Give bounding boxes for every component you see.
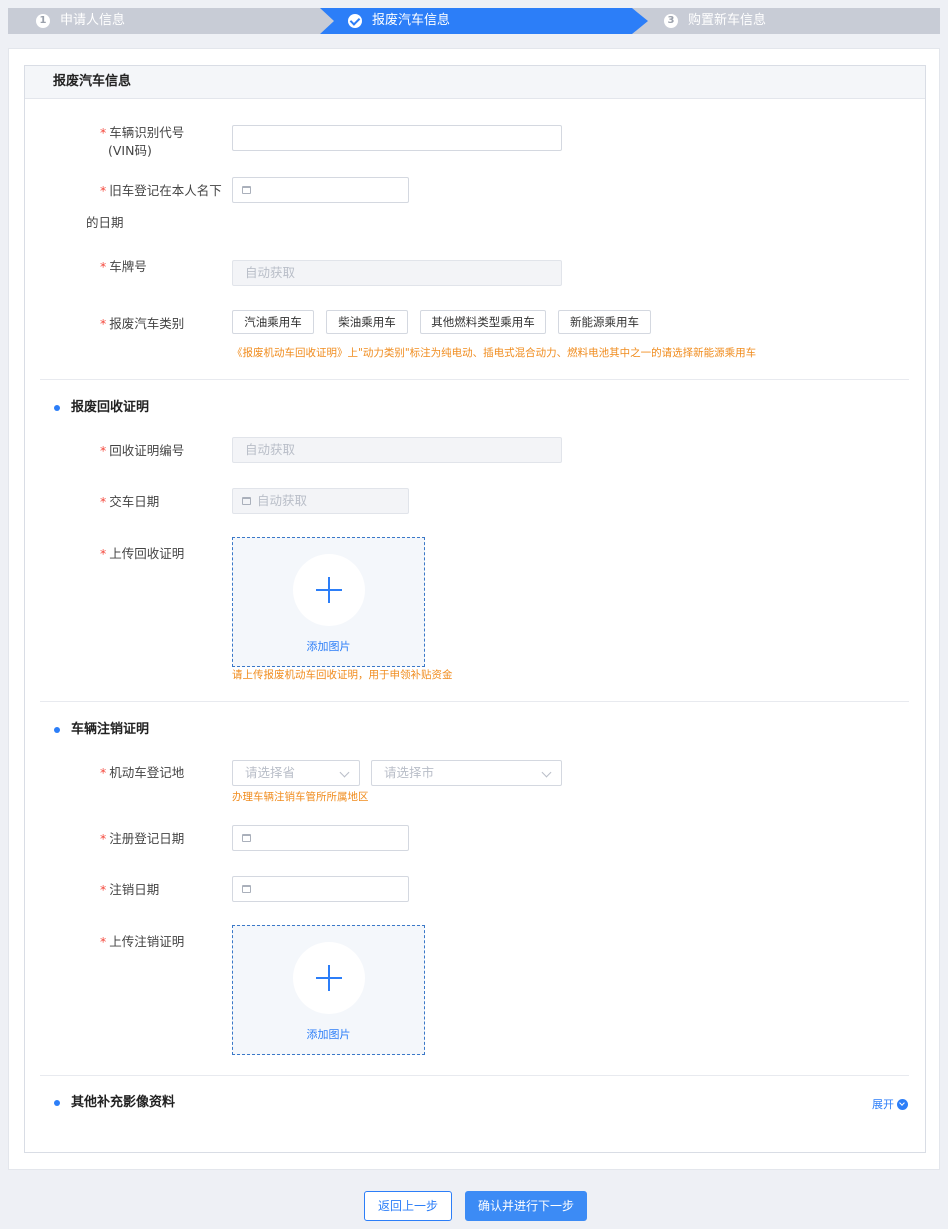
cancel-section-title: 车辆注销证明 xyxy=(54,721,149,739)
section-divider xyxy=(40,701,909,702)
cancel-title-text: 车辆注销证明 xyxy=(71,722,150,737)
upload-cancel-label: * 上传注销证明 xyxy=(100,933,184,951)
vin-label-sub: (VIN码) xyxy=(108,143,152,158)
step-2: 报废汽车信息 xyxy=(348,8,450,34)
recycle-number-label: * 回收证明编号 xyxy=(100,442,184,460)
chevron-down-icon xyxy=(541,767,552,778)
step-3-label: 购置新车信息 xyxy=(688,13,767,28)
panel-title: 报废汽车信息 xyxy=(25,66,925,99)
upload-cancel-dropzone[interactable]: 添加图片 xyxy=(232,925,425,1055)
reg-date-label-sub: 的日期 xyxy=(86,215,124,230)
add-image-label: 添加图片 xyxy=(306,1028,351,1041)
register-date-picker[interactable] xyxy=(232,825,409,851)
calendar-icon xyxy=(242,497,251,505)
province-placeholder: 请选择省 xyxy=(245,765,296,780)
upload-recycle-dropzone[interactable]: 添加图片 xyxy=(232,537,425,667)
province-select[interactable]: 请选择省 xyxy=(232,760,360,786)
city-select[interactable]: 请选择市 xyxy=(371,760,562,786)
required-mark: * xyxy=(100,546,107,561)
required-mark: * xyxy=(100,183,107,198)
step-bar: 1 申请人信息 报废汽车信息 3 购置新车信息 xyxy=(8,8,940,34)
reg-date-label-text: 旧车登记在本人名下 xyxy=(109,183,222,198)
required-mark: * xyxy=(100,259,107,274)
handover-date-label: * 交车日期 xyxy=(100,493,159,511)
recycle-number-placeholder: 自动获取 xyxy=(245,442,296,457)
vin-input[interactable] xyxy=(232,125,562,151)
handover-date-picker[interactable]: 自动获取 xyxy=(232,488,409,514)
plus-icon-vertical xyxy=(328,965,330,991)
required-mark: * xyxy=(100,125,107,140)
required-mark: * xyxy=(100,316,107,331)
other-title-text: 其他补充影像资料 xyxy=(71,1095,176,1110)
reg-place-label-text: 机动车登记地 xyxy=(109,765,185,780)
chevron-down-icon xyxy=(339,767,350,778)
plate-input[interactable]: 自动获取 xyxy=(232,260,562,286)
required-mark: * xyxy=(100,494,107,509)
recycle-number-input[interactable]: 自动获取 xyxy=(232,437,562,463)
step-2-label: 报废汽车信息 xyxy=(372,13,451,28)
step-3-number: 3 xyxy=(664,14,678,28)
other-section-title: 其他补充影像资料 xyxy=(54,1094,175,1112)
vin-label: * 车辆识别代号 (VIN码) xyxy=(100,124,184,160)
back-button[interactable]: 返回上一步 xyxy=(364,1191,452,1221)
handover-date-placeholder: 自动获取 xyxy=(257,493,308,508)
required-mark: * xyxy=(100,765,107,780)
plate-label-text: 车牌号 xyxy=(109,259,147,274)
category-option-diesel[interactable]: 柴油乘用车 xyxy=(326,310,408,334)
cancel-date-picker[interactable] xyxy=(232,876,409,902)
city-placeholder: 请选择市 xyxy=(384,765,435,780)
recycle-section-title: 报废回收证明 xyxy=(54,399,149,417)
plus-icon-vertical xyxy=(328,577,330,603)
calendar-icon xyxy=(242,186,251,194)
register-date-label-text: 注册登记日期 xyxy=(109,831,185,846)
reg-place-hint: 办理车辆注销车管所所属地区 xyxy=(232,791,369,803)
step-1-label: 申请人信息 xyxy=(60,13,126,28)
step-1: 1 申请人信息 xyxy=(36,8,125,34)
plate-placeholder: 自动获取 xyxy=(245,265,296,280)
upload-recycle-label-text: 上传回收证明 xyxy=(109,546,185,561)
scrap-vehicle-panel: 报废汽车信息 xyxy=(24,65,926,1153)
bullet-dot xyxy=(54,405,60,411)
category-option-other-fuel[interactable]: 其他燃料类型乘用车 xyxy=(420,310,546,334)
recycle-title-text: 报废回收证明 xyxy=(71,400,150,415)
register-date-label: * 注册登记日期 xyxy=(100,830,184,848)
bullet-dot xyxy=(54,727,60,733)
section-divider xyxy=(40,1075,909,1076)
step-3: 3 购置新车信息 xyxy=(664,8,766,34)
next-step-button[interactable]: 确认并进行下一步 xyxy=(465,1191,587,1221)
step-1-number: 1 xyxy=(36,14,50,28)
category-option-gasoline[interactable]: 汽油乘用车 xyxy=(232,310,314,334)
required-mark: * xyxy=(100,443,107,458)
reg-place-label: * 机动车登记地 xyxy=(100,764,184,782)
expand-toggle[interactable]: 展开 xyxy=(872,1096,908,1112)
required-mark: * xyxy=(100,934,107,949)
add-circle xyxy=(293,554,365,626)
required-mark: * xyxy=(100,882,107,897)
reg-date-label: * 旧车登记在本人名下 xyxy=(100,182,222,200)
upload-recycle-label: * 上传回收证明 xyxy=(100,545,184,563)
bullet-dot xyxy=(54,1100,60,1106)
expand-label: 展开 xyxy=(872,1098,894,1111)
handover-date-label-text: 交车日期 xyxy=(109,494,160,509)
chevron-down-circle-icon xyxy=(897,1098,908,1110)
category-hint: 《报废机动车回收证明》上"动力类别"标注为纯电动、插电式混合动力、燃料电池其中之… xyxy=(232,347,757,359)
category-label-text: 报废汽车类别 xyxy=(109,316,185,331)
vin-label-text: 车辆识别代号 xyxy=(109,125,185,140)
section-divider xyxy=(40,379,909,380)
calendar-icon xyxy=(242,834,251,842)
cancel-date-label: * 注销日期 xyxy=(100,881,159,899)
plate-label: * 车牌号 xyxy=(100,258,147,276)
cancel-date-label-text: 注销日期 xyxy=(109,882,160,897)
category-label: * 报废汽车类别 xyxy=(100,315,184,333)
category-option-new-energy[interactable]: 新能源乘用车 xyxy=(558,310,651,334)
required-mark: * xyxy=(100,831,107,846)
check-icon xyxy=(348,14,362,28)
owner-reg-date-picker[interactable] xyxy=(232,177,409,203)
recycle-number-label-text: 回收证明编号 xyxy=(109,443,185,458)
add-image-label: 添加图片 xyxy=(306,640,351,653)
upload-cancel-label-text: 上传注销证明 xyxy=(109,934,185,949)
add-circle xyxy=(293,942,365,1014)
upload-recycle-hint: 请上传报废机动车回收证明，用于申领补贴资金 xyxy=(232,669,453,681)
calendar-icon xyxy=(242,885,251,893)
